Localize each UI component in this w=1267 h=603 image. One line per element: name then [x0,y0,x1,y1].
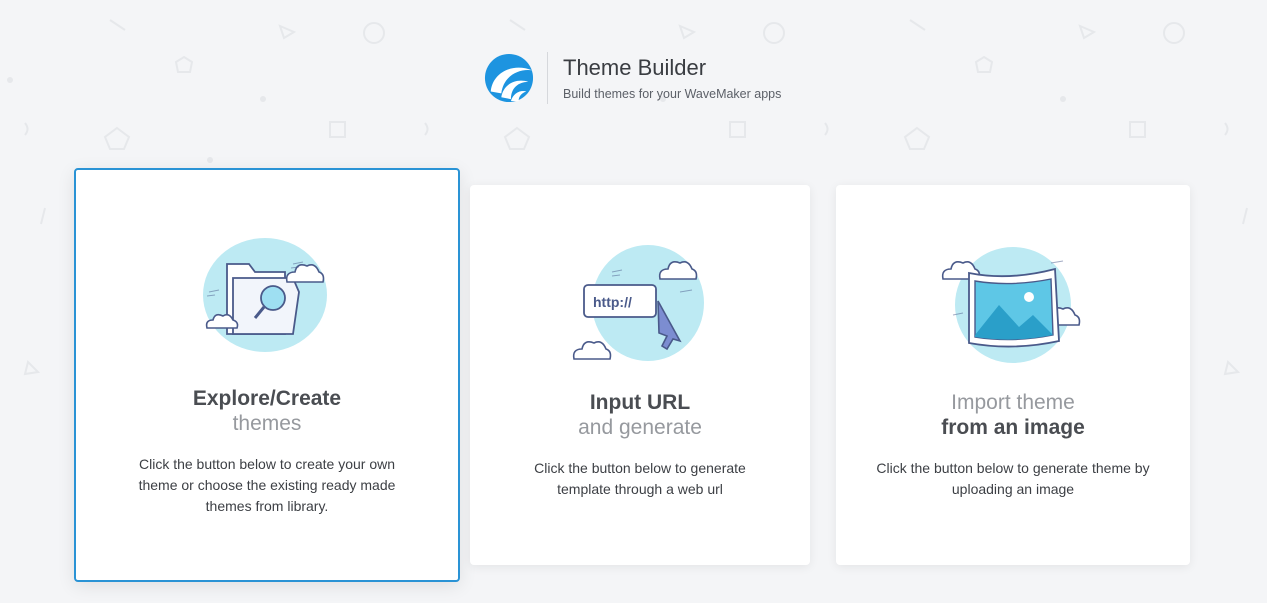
wavemaker-logo-icon [484,53,534,103]
card-title-secondary: and generate [578,416,702,439]
header-divider [547,52,548,104]
app-subtitle: Build themes for your WaveMaker apps [563,87,782,101]
card-title-primary: Explore/Create [192,387,342,410]
card-title-primary: Input URL [589,391,691,414]
card-description: Click the button below to generate theme… [876,460,1150,497]
folder-search-icon [203,238,327,352]
app-title: Theme Builder [563,55,707,80]
url-cursor-icon: http:// [572,245,704,361]
import-image-card[interactable]: Import theme from an image Click the but… [836,185,1190,565]
header-text: Theme Builder Build themes for your Wave… [563,55,781,101]
app-header: Theme Builder Build themes for your Wave… [484,50,781,106]
url-text: http:// [593,294,632,310]
card-title-secondary: themes [232,412,302,435]
explore-create-card[interactable]: Explore/Create themes Click the button b… [74,168,460,582]
card-title-primary: from an image [941,416,1085,439]
card-title-secondary: Import theme [951,391,1075,414]
card-description: Click the button below to generate templ… [534,460,746,497]
image-frame-icon [941,247,1081,363]
input-url-card[interactable]: http:// Input URL and generate Click the… [470,185,810,565]
card-description: Click the button below to create your ow… [138,456,396,514]
